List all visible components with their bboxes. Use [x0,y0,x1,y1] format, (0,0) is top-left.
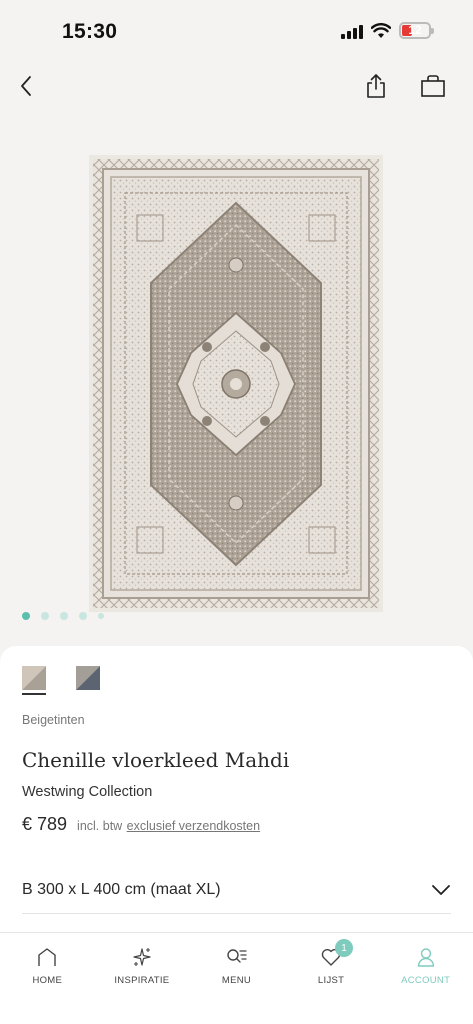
user-icon [414,945,438,969]
product-title: Chenille vloerkleed Mahdi [22,748,290,772]
vat-note: incl. btw [77,819,123,833]
selected-color-name: Beigetinten [22,713,85,727]
tab-menu[interactable]: MENU [189,933,284,1024]
price-info: incl. btw exclusief verzendkosten [77,817,260,835]
gallery-dot[interactable] [41,612,49,620]
menu-search-icon [224,945,248,969]
share-button[interactable] [360,70,392,102]
back-button[interactable] [10,70,42,102]
chevron-left-icon [21,76,31,96]
product-brand: Westwing Collection [22,784,153,800]
tab-inspiratie[interactable]: INSPIRATIE [95,933,190,1024]
battery-icon: 12 [399,22,434,39]
gallery-dot[interactable] [98,613,104,619]
tab-label: HOME [32,975,63,986]
tab-home[interactable]: HOME [0,933,95,1024]
status-time: 15:30 [62,20,118,43]
price-row: € 789 incl. btw exclusief verzendkosten [22,814,260,835]
shopping-bag-icon [421,75,445,97]
gallery-dot[interactable] [79,612,87,620]
cart-button[interactable] [417,70,449,102]
battery-level: 12 [408,23,422,37]
size-selector[interactable]: B 300 x L 400 cm (maat XL) [22,866,451,914]
tab-account[interactable]: ACCOUNT [378,933,473,1024]
wifi-icon [371,22,391,38]
tab-label: MENU [221,975,252,986]
swatch-beige-icon [22,666,46,690]
selected-size: B 300 x L 400 cm (maat XL) [22,880,221,898]
gallery-dot[interactable] [60,612,68,620]
chevron-down-icon [432,884,450,895]
rug-product-image [89,155,383,612]
sparkle-icon [130,945,154,969]
tab-lijst[interactable]: 1 LIJST [284,933,379,1024]
share-icon [367,74,385,98]
color-swatches [22,666,100,695]
home-icon [35,945,59,969]
tab-label: INSPIRATIE [114,975,170,986]
signal-icon [341,23,363,39]
swatch-grey-icon [76,666,100,690]
gallery-dot[interactable] [22,612,30,620]
product-price: € 789 [22,814,68,834]
product-image-gallery[interactable] [0,108,473,638]
bottom-tab-bar: HOME INSPIRATIE MENU 1 LIJST ACCOUNT [0,932,473,1024]
shipping-costs-link[interactable]: exclusief verzendkosten [127,819,260,833]
status-icons: 12 [341,22,434,39]
heart-icon: 1 [319,939,354,969]
status-bar: 15:30 12 [0,0,473,62]
nav-bar [0,62,473,108]
swatch-grey[interactable] [76,666,100,690]
tab-label: ACCOUNT [401,975,451,986]
wishlist-count-badge: 1 [335,939,354,957]
gallery-pagination[interactable] [22,612,104,620]
tab-label: LIJST [317,975,345,986]
swatch-beige[interactable] [22,666,46,695]
